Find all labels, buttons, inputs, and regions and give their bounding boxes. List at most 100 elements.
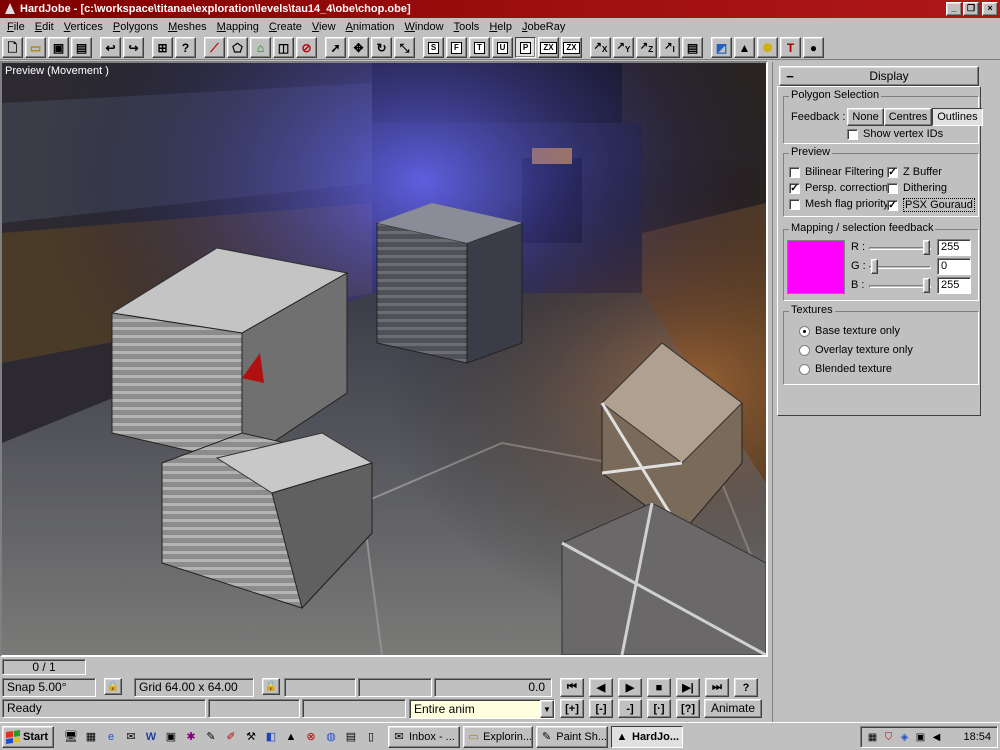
b-slider-thumb[interactable] bbox=[923, 278, 930, 293]
line-button[interactable]: ⟋ bbox=[204, 37, 225, 58]
view-u-button[interactable]: U bbox=[492, 37, 513, 58]
grid-field[interactable]: Grid 64.00 x 64.00 bbox=[134, 678, 254, 697]
cube-button[interactable]: ◫ bbox=[273, 37, 294, 58]
cone-button[interactable]: ▲ bbox=[734, 37, 755, 58]
persp-checkbox[interactable]: ✓ bbox=[789, 182, 800, 194]
pointer-button[interactable]: ➚ bbox=[325, 37, 346, 58]
feedback-outlines-button[interactable]: Outlines bbox=[932, 108, 983, 126]
dithering-row[interactable]: Dithering bbox=[887, 182, 947, 194]
view-t-button[interactable]: T bbox=[469, 37, 490, 58]
bilinear-row[interactable]: Bilinear Filtering bbox=[789, 166, 884, 178]
light-button[interactable]: ✺ bbox=[757, 37, 778, 58]
last-frame-button[interactable]: ⏭ bbox=[705, 678, 729, 697]
ql-paint-icon[interactable]: ✎ bbox=[202, 728, 220, 746]
next-frame-button[interactable]: ▶| bbox=[676, 678, 700, 697]
ql-file-icon[interactable]: ▯ bbox=[362, 728, 380, 746]
polygon-button[interactable]: ⬠ bbox=[227, 37, 248, 58]
psx-gouraud-row[interactable]: ✓ PSX Gouraud bbox=[887, 198, 975, 212]
b-slider[interactable] bbox=[869, 278, 931, 294]
overlay-texture-radio[interactable] bbox=[799, 344, 810, 356]
minimize-button[interactable]: _ bbox=[946, 2, 962, 16]
tray-network-icon[interactable]: ▦ bbox=[865, 730, 880, 745]
key-end-button[interactable]: -] bbox=[618, 699, 642, 718]
clock[interactable]: 18:54 bbox=[963, 731, 991, 743]
ql-cone-icon[interactable]: ▲ bbox=[282, 728, 300, 746]
frame-counter[interactable]: 0 / 1 bbox=[2, 659, 86, 675]
menu-mapping[interactable]: Mapping bbox=[212, 21, 264, 33]
animate-button[interactable]: Animate bbox=[704, 699, 762, 718]
show-vertex-ids-row[interactable]: Show vertex IDs bbox=[847, 128, 943, 140]
ql-desktop-icon[interactable]: 🖥 bbox=[62, 728, 80, 746]
dithering-checkbox[interactable] bbox=[887, 182, 898, 194]
ql-tool-icon[interactable]: ⚒ bbox=[242, 728, 260, 746]
key-help-button[interactable]: [?] bbox=[676, 699, 700, 718]
first-frame-button[interactable]: ⏮ bbox=[560, 678, 584, 697]
menu-create[interactable]: Create bbox=[264, 21, 307, 33]
psx-gouraud-checkbox[interactable]: ✓ bbox=[887, 199, 898, 211]
zbuffer-row[interactable]: ✓ Z Buffer bbox=[887, 166, 942, 178]
ql-mail-icon[interactable]: ✉ bbox=[122, 728, 140, 746]
task-hardjobe[interactable]: ▲ HardJo... bbox=[611, 725, 683, 748]
texture-button[interactable]: ◩ bbox=[711, 37, 732, 58]
ql-cross-icon[interactable]: ⊗ bbox=[302, 728, 320, 746]
view-s-button[interactable]: S bbox=[423, 37, 444, 58]
ql-photo-icon[interactable]: ▣ bbox=[162, 728, 180, 746]
save-all-button[interactable]: ▤ bbox=[71, 37, 92, 58]
view-f-button[interactable]: F bbox=[446, 37, 467, 58]
base-texture-radio[interactable] bbox=[799, 325, 810, 337]
prev-frame-button[interactable]: ◀ bbox=[589, 678, 613, 697]
menu-meshes[interactable]: Meshes bbox=[163, 21, 212, 33]
ql-word-icon[interactable]: W bbox=[142, 728, 160, 746]
snap-field[interactable]: Snap 5.00° bbox=[2, 678, 96, 697]
ql-globe-icon[interactable]: ◍ bbox=[322, 728, 340, 746]
task-inbox[interactable]: ✉ Inbox - ... bbox=[388, 725, 460, 748]
menu-animation[interactable]: Animation bbox=[341, 21, 400, 33]
start-button[interactable]: Start bbox=[2, 725, 54, 748]
restore-button[interactable]: ❐ bbox=[963, 2, 979, 16]
help-tool-button[interactable]: ? bbox=[175, 37, 196, 58]
view-p-button[interactable]: P bbox=[515, 37, 536, 58]
persp-row[interactable]: ✓ Persp. correction bbox=[789, 182, 888, 194]
tray-shield-icon[interactable]: ⛉ bbox=[881, 730, 896, 745]
r-value-field[interactable]: 255 bbox=[937, 239, 971, 256]
scale-button[interactable]: ⤡ bbox=[394, 37, 415, 58]
axis-y-button[interactable]: ↗Y bbox=[613, 37, 634, 58]
page-button[interactable]: ▤ bbox=[682, 37, 703, 58]
close-button[interactable]: × bbox=[982, 2, 998, 16]
color-swatch[interactable] bbox=[787, 240, 845, 294]
collapse-icon[interactable]: − bbox=[780, 69, 800, 84]
view-zx1-button[interactable]: ZX bbox=[538, 37, 559, 58]
show-vertex-ids-checkbox[interactable] bbox=[847, 128, 858, 140]
tray-volume-icon[interactable]: ◀ bbox=[929, 730, 944, 745]
task-paintshop[interactable]: ✎ Paint Sh... bbox=[536, 725, 608, 748]
view-zx2-button[interactable]: ZX bbox=[561, 37, 582, 58]
axis-i-button[interactable]: ↗I bbox=[659, 37, 680, 58]
bilinear-checkbox[interactable] bbox=[789, 166, 800, 178]
r-slider-thumb[interactable] bbox=[923, 240, 930, 255]
ql-pencil-icon[interactable]: ✐ bbox=[222, 728, 240, 746]
menu-polygons[interactable]: Polygons bbox=[108, 21, 163, 33]
tray-display-icon[interactable]: ▣ bbox=[913, 730, 928, 745]
g-slider[interactable] bbox=[869, 259, 931, 275]
r-slider[interactable] bbox=[869, 240, 931, 256]
preview-viewport[interactable]: Preview (Movement ) bbox=[0, 61, 768, 657]
menu-file[interactable]: File bbox=[2, 21, 30, 33]
menu-tools[interactable]: Tools bbox=[449, 21, 485, 33]
anim-help-button[interactable]: ? bbox=[734, 678, 758, 697]
anim-range-select[interactable]: Entire anim ▼ bbox=[409, 699, 555, 719]
save-button[interactable]: ▣ bbox=[48, 37, 69, 58]
menu-view[interactable]: View bbox=[307, 21, 341, 33]
grid-lock-button[interactable]: 🔒 bbox=[262, 678, 280, 695]
move-button[interactable]: ✥ bbox=[348, 37, 369, 58]
ql-browser-icon[interactable]: e bbox=[102, 728, 120, 746]
snap-lock-button[interactable]: 🔒 bbox=[104, 678, 122, 695]
ql-doc-icon[interactable]: ▤ bbox=[342, 728, 360, 746]
menu-window[interactable]: Window bbox=[399, 21, 448, 33]
app-icon[interactable] bbox=[3, 2, 17, 16]
base-texture-row[interactable]: Base texture only bbox=[799, 325, 900, 337]
axis-x-button[interactable]: ↗X bbox=[590, 37, 611, 58]
sphere-button[interactable]: ● bbox=[803, 37, 824, 58]
rotate-button[interactable]: ↻ bbox=[371, 37, 392, 58]
new-button[interactable]: 🗋 bbox=[2, 37, 23, 58]
feedback-none-button[interactable]: None bbox=[847, 108, 884, 126]
